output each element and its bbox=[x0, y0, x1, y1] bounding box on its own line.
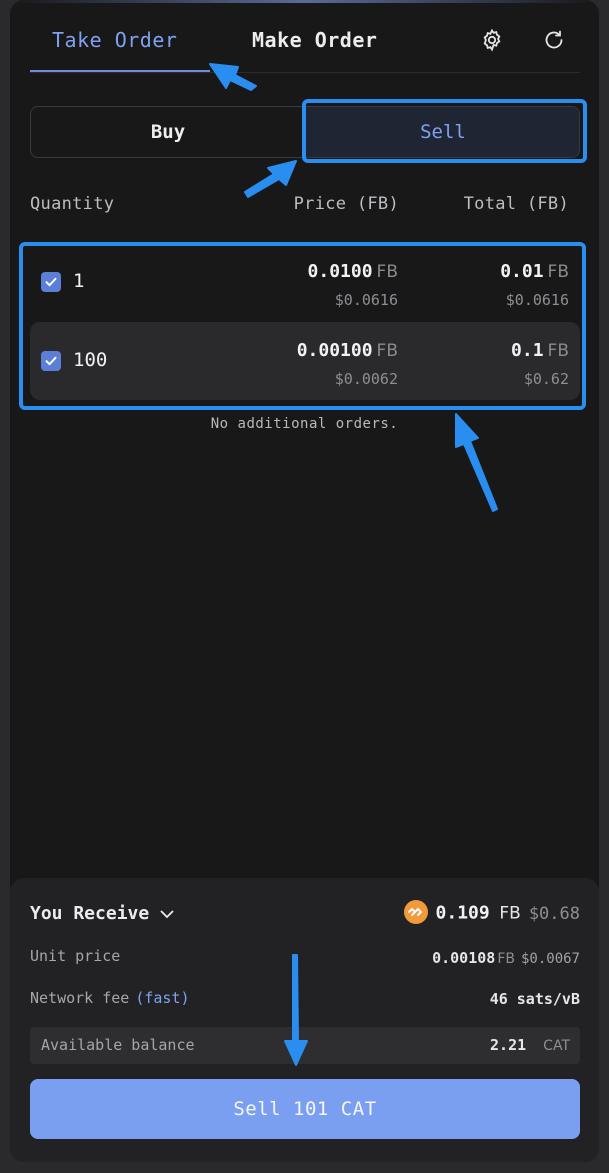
total-value: 0.01 bbox=[500, 261, 544, 282]
gear-icon[interactable] bbox=[478, 26, 506, 54]
network-fee-label: Network fee (fast) bbox=[30, 989, 190, 1007]
available-balance-row: Available balance 2.21 CAT bbox=[30, 1027, 580, 1064]
order-total: 0.01 FB $0.0616 bbox=[500, 258, 569, 314]
receive-amount: 0.109 bbox=[435, 902, 490, 924]
price-usd: $0.0616 bbox=[334, 291, 398, 309]
total-unit: FB bbox=[547, 262, 569, 282]
unit-price-value: 0.00108 FB $0.0067 bbox=[432, 948, 580, 967]
total-usd: $0.62 bbox=[523, 370, 569, 388]
sell-button[interactable]: Sell bbox=[305, 107, 579, 157]
balance-value: 2.21 CAT bbox=[490, 1036, 570, 1054]
unit-price-label: Unit price bbox=[30, 947, 121, 965]
fb-coin-icon bbox=[403, 900, 428, 924]
you-receive-label: You Receive bbox=[30, 903, 150, 924]
balance-amount: 2.21 bbox=[490, 1036, 527, 1054]
network-fee-value: 46 sats/vB bbox=[489, 990, 580, 1008]
fee-speed-link[interactable]: (fast) bbox=[135, 989, 189, 1007]
unit-price-amount: 0.00108 bbox=[432, 949, 496, 967]
order-row[interactable]: 100 0.00100 FB $0.0062 0.1 FB $0.62 bbox=[30, 322, 580, 400]
price-usd: $0.0062 bbox=[334, 370, 398, 388]
tab-take-order[interactable]: Take Order bbox=[52, 28, 177, 52]
receive-value: 0.109 FB $0.68 bbox=[403, 900, 580, 926]
price-unit: FB bbox=[376, 341, 398, 361]
tab-make-order[interactable]: Make Order bbox=[252, 28, 377, 52]
balance-label: Available balance bbox=[41, 1036, 195, 1054]
order-price: 0.00100 FB $0.0062 bbox=[297, 337, 398, 393]
column-header-quantity: Quantity bbox=[30, 194, 115, 214]
balance-unit: CAT bbox=[543, 1038, 570, 1054]
network-fee-text: Network fee bbox=[30, 989, 130, 1007]
order-total: 0.1 FB $0.62 bbox=[511, 337, 569, 393]
order-quantity: 100 bbox=[73, 349, 108, 371]
order-panel: Take Order Make Order Buy Sell Quantity … bbox=[10, 0, 599, 1162]
check-icon[interactable] bbox=[41, 272, 61, 292]
column-header-total: Total (FB) bbox=[463, 194, 569, 214]
order-price: 0.0100 FB $0.0616 bbox=[308, 258, 398, 314]
total-value: 0.1 bbox=[511, 340, 544, 361]
price-value: 0.0100 bbox=[307, 261, 373, 282]
unit-price-usd: $0.0067 bbox=[520, 951, 580, 967]
unit-price-unit: FB bbox=[497, 951, 515, 967]
order-quantity: 1 bbox=[73, 270, 85, 292]
you-receive-dropdown[interactable]: You Receive bbox=[30, 903, 175, 924]
column-header-price: Price (FB) bbox=[293, 194, 399, 214]
total-unit: FB bbox=[547, 341, 569, 361]
price-value: 0.00100 bbox=[296, 340, 373, 361]
refresh-icon[interactable] bbox=[540, 26, 568, 54]
buy-sell-toggle: Buy Sell bbox=[30, 106, 580, 158]
sell-cat-button[interactable]: Sell 101 CAT bbox=[30, 1079, 580, 1139]
order-row[interactable]: 1 0.0100 FB $0.0616 0.01 FB $0.0616 bbox=[30, 243, 580, 321]
price-unit: FB bbox=[376, 262, 398, 282]
tab-divider bbox=[30, 72, 580, 73]
top-glow bbox=[10, 0, 599, 3]
check-icon[interactable] bbox=[41, 351, 61, 371]
total-usd: $0.0616 bbox=[505, 291, 569, 309]
buy-button[interactable]: Buy bbox=[31, 107, 305, 157]
receive-usd: $0.68 bbox=[528, 903, 580, 924]
chevron-down-icon bbox=[160, 909, 174, 918]
receive-summary-card: You Receive 0.109 FB $0.68 Unit price 0.0… bbox=[10, 878, 599, 1162]
receive-unit: FB bbox=[499, 903, 521, 924]
no-more-orders-text: No additional orders. bbox=[210, 416, 399, 432]
